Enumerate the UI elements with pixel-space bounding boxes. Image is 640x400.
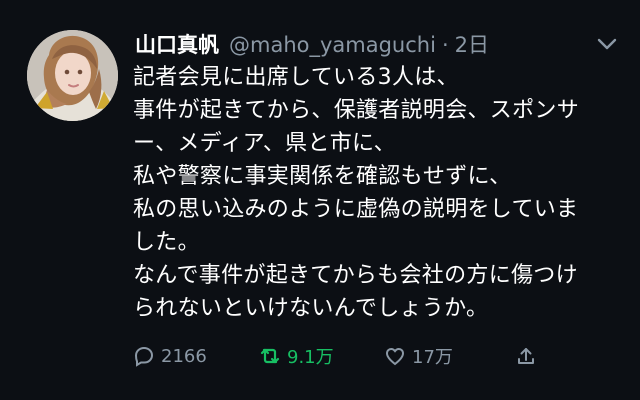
share-icon	[518, 348, 534, 364]
tweet-text: 記者会見に出席している3人は、 事件が起きてから、保護者説明会、スポンサ ー、メ…	[133, 61, 618, 325]
tweet-time[interactable]: 2日	[455, 31, 489, 59]
like-button[interactable]: 17万	[383, 342, 453, 370]
retweet-count: 9.1万	[287, 347, 334, 368]
tweet-text-line: 私や警察に事実関係を確認もせずに、	[133, 164, 512, 189]
avatar-image	[27, 30, 118, 121]
reply-button[interactable]: 2166	[132, 342, 207, 370]
tweet-text-line: られないといけないんでしょうか。	[133, 296, 489, 321]
tweet-text-line: 事件が起きてから、保護者説明会、スポンサ	[133, 98, 580, 123]
reply-icon	[134, 346, 154, 367]
tweet-text-line: した。	[133, 230, 200, 255]
tweet-text-line: なんで事件が起きてからも会社の方に傷つけ	[133, 263, 578, 288]
like-icon	[385, 347, 405, 366]
retweet-icon	[260, 348, 280, 364]
tweet-text-line: 記者会見に出席している3人は、	[133, 65, 459, 90]
tweet-text-line: ー、メディア、県と市に、	[133, 131, 396, 156]
avatar[interactable]	[27, 30, 118, 121]
header-separator: ·	[441, 33, 449, 57]
author-display-name[interactable]: 山口真帆	[135, 31, 219, 59]
retweet-button[interactable]: 9.1万	[258, 342, 334, 370]
tweet-text-line: 私の思い込みのように虚偽の説明をしていま	[133, 197, 579, 222]
tweet-actions: 2166 9.1万 17万	[126, 342, 616, 370]
tweet-header: 山口真帆 @maho_yamaguchi · 2日	[135, 31, 489, 59]
chevron-down-icon[interactable]	[596, 36, 618, 52]
share-button[interactable]	[514, 342, 543, 370]
author-handle[interactable]: @maho_yamaguchi	[229, 31, 436, 59]
like-count: 17万	[412, 347, 453, 368]
tweet-card[interactable]: 山口真帆 @maho_yamaguchi · 2日 記者会見に出席している3人は…	[0, 0, 640, 400]
reply-count: 2166	[161, 345, 207, 367]
